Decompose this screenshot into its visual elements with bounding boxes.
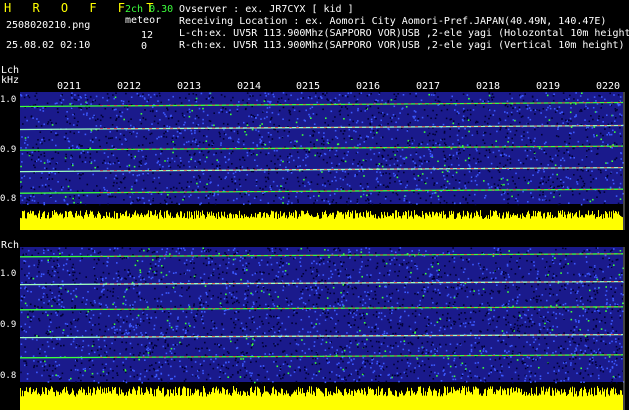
filename-label: 2508020210.png: [6, 20, 91, 31]
meteor-count-r: 0: [141, 41, 148, 52]
time-label: 0216: [356, 81, 381, 92]
observer-line: Ovserver : ex. JR7CYX [ kid ]: [179, 4, 354, 15]
location-line: Receiving Location : ex. Aomori City Aom…: [179, 16, 607, 27]
time-label: 0211: [57, 81, 82, 92]
meteor-label: meteor: [125, 15, 162, 26]
time-label: 0212: [117, 81, 142, 92]
right-channel-spectrogram: Rch 1.0 0.9 0.8: [0, 239, 629, 410]
left-channel-spectrogram: Lch kHz 1.0 0.9 0.8 0211 0212 0213 0214 …: [0, 64, 629, 230]
time-label: 0215: [296, 81, 321, 92]
left-tick-0-8: 0.8: [0, 194, 17, 204]
left-tick-0-9: 0.9: [0, 145, 17, 155]
station-info: Ovserver : ex. JR7CYX [ kid ] Receiving …: [179, 4, 629, 52]
right-spectrogram-canvas: [19, 247, 625, 410]
lch-config-line: L-ch:ex. UV5R 113.900Mhz(SAPPORO VOR)USB…: [179, 28, 629, 39]
time-label: 0219: [536, 81, 561, 92]
time-label: 0214: [237, 81, 262, 92]
time-label: 0217: [416, 81, 441, 92]
rch-config-line: R-ch:ex. UV5R 113.900Mhz(SAPPORO VOR)USB…: [179, 40, 625, 51]
left-channel-unit: kHz: [1, 75, 20, 86]
right-channel-label: Rch: [1, 240, 20, 251]
time-label: 0218: [476, 81, 501, 92]
right-tick-0-9: 0.9: [0, 320, 17, 330]
right-tick-0-8: 0.8: [0, 371, 17, 381]
left-tick-1-0: 1.0: [0, 95, 17, 105]
time-label: 0213: [177, 81, 202, 92]
time-label: 0220: [596, 81, 621, 92]
right-tick-1-0: 1.0: [0, 269, 17, 279]
timestamp-label: 25.08.02 02:10: [6, 40, 91, 51]
